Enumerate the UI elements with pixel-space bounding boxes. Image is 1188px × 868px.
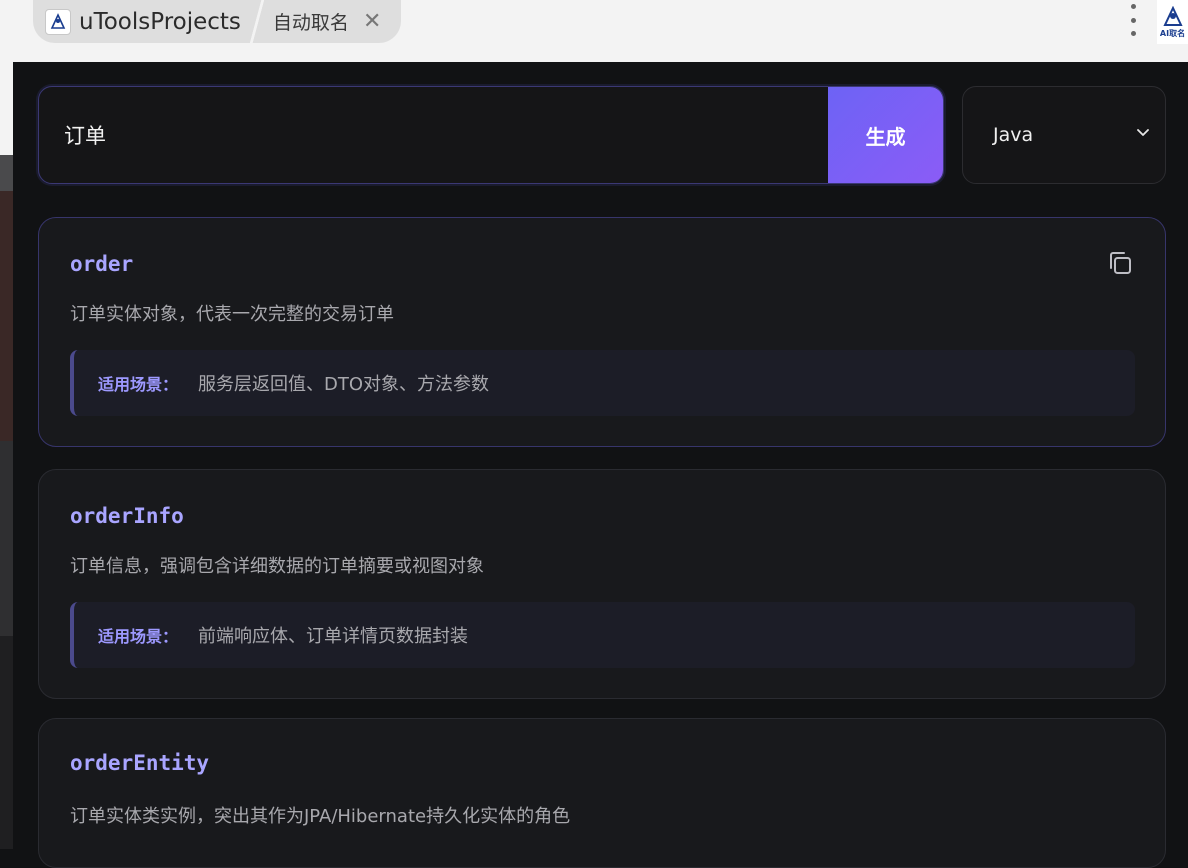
- copy-icon[interactable]: [1105, 248, 1135, 278]
- result-card[interactable]: orderInfo 订单信息，强调包含详细数据的订单摘要或视图对象 适用场景： …: [38, 469, 1166, 699]
- result-card[interactable]: order 订单实体对象，代表一次完整的交易订单 适用场景： 服务层返回值、DT…: [38, 217, 1166, 447]
- app-name[interactable]: uToolsProjects: [79, 9, 241, 35]
- plugin-title: 自动取名: [272, 12, 349, 34]
- chevron-down-icon: [1137, 129, 1149, 136]
- breadcrumb-separator: [246, 0, 267, 43]
- close-icon[interactable]: ✕: [363, 10, 381, 33]
- result-description: 订单实体类实例，突出其作为JPA/Hibernate持久化实体的角色: [70, 806, 571, 827]
- result-name[interactable]: orderEntity: [70, 751, 209, 775]
- usage-scene: 适用场景： 服务层返回值、DTO对象、方法参数: [70, 350, 1135, 416]
- result-card[interactable]: orderEntity 订单实体类实例，突出其作为JPA/Hibernate持久…: [38, 718, 1166, 868]
- ai-naming-avatar-icon: [1162, 5, 1183, 26]
- plugin-avatar-label: AI取名: [1159, 28, 1186, 38]
- background-window-edge: [0, 0, 13, 849]
- breadcrumb: uToolsProjects 自动取名 ✕: [33, 0, 401, 43]
- main-panel: 生成 Java order 订单实体对象，代表一次完整的交易订单 适用场景： 服…: [13, 62, 1188, 868]
- usage-scene-label: 适用场景：: [98, 375, 179, 394]
- keyword-input[interactable]: [39, 87, 829, 183]
- language-select[interactable]: Java: [962, 86, 1166, 184]
- search-bar: 生成: [38, 86, 944, 184]
- ai-naming-logo-icon: [45, 8, 71, 35]
- title-bar: uToolsProjects 自动取名 ✕ AI取名: [13, 0, 1188, 62]
- usage-scene-value: 前端响应体、订单详情页数据封装: [198, 626, 469, 647]
- result-name[interactable]: order: [70, 252, 133, 276]
- usage-scene-label: 适用场景：: [98, 627, 179, 646]
- result-name[interactable]: orderInfo: [70, 504, 184, 528]
- plugin-avatar[interactable]: AI取名: [1157, 0, 1188, 44]
- generate-button[interactable]: 生成: [828, 87, 943, 183]
- result-description: 订单实体对象，代表一次完整的交易订单: [70, 304, 394, 325]
- usage-scene: 适用场景： 前端响应体、订单详情页数据封装: [70, 602, 1135, 668]
- language-selected-value: Java: [993, 124, 1034, 146]
- result-description: 订单信息，强调包含详细数据的订单摘要或视图对象: [70, 556, 484, 577]
- more-menu-icon[interactable]: [1127, 4, 1139, 36]
- usage-scene-value: 服务层返回值、DTO对象、方法参数: [198, 374, 490, 395]
